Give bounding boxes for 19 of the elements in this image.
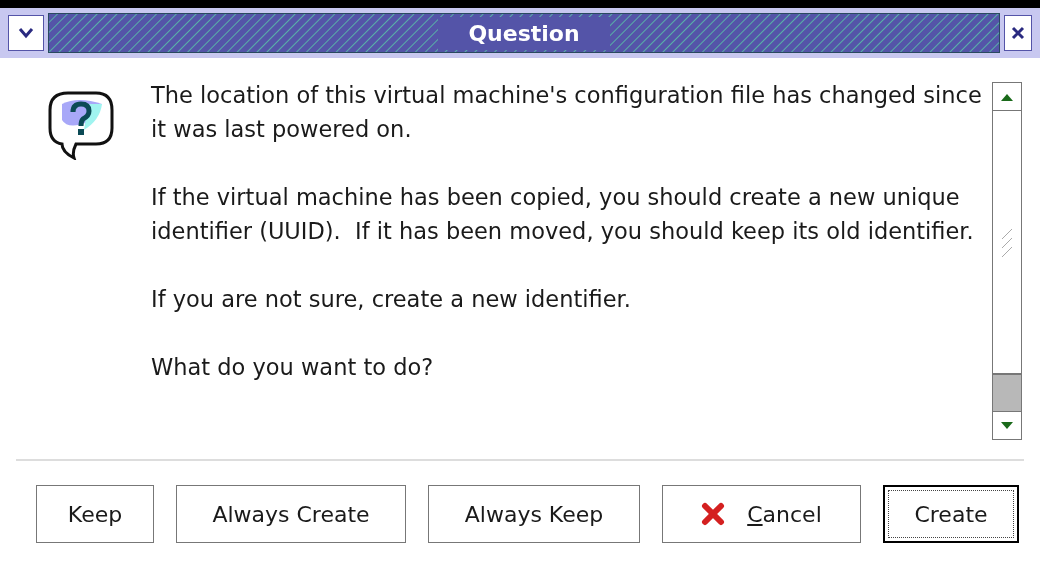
message-paragraph: The location of this virtual machine's configuration file has changed since it was last powered on. <box>151 81 983 144</box>
dialog-button[interactable]: Keep <box>36 485 154 543</box>
close-button[interactable] <box>1004 15 1032 51</box>
chevron-down-icon <box>18 27 34 39</box>
scroll-down-icon[interactable] <box>1001 421 1013 430</box>
dialog-button[interactable]: Always Create <box>176 485 406 543</box>
message-paragraph: If you are not sure, create a new identifier. <box>151 285 632 314</box>
message-paragraph: If the virtual machine has been copied, you should create a new unique identifier (UUID). If it has been moved, you should keep its old identifier. <box>151 183 975 246</box>
question-bubble-icon <box>48 90 114 160</box>
window-title: Question <box>438 16 610 50</box>
scroll-thumb[interactable] <box>993 111 1021 375</box>
dialog-button[interactable]: Create <box>883 485 1019 543</box>
close-icon <box>1011 26 1025 40</box>
scroll-up-icon[interactable] <box>1001 92 1013 101</box>
menu-button[interactable] <box>8 15 44 51</box>
cancel-button[interactable]: Cancel <box>662 485 861 543</box>
dialog-button[interactable]: Always Keep <box>428 485 640 543</box>
cross-icon <box>701 502 726 526</box>
message-paragraph: What do you want to do? <box>151 353 435 382</box>
